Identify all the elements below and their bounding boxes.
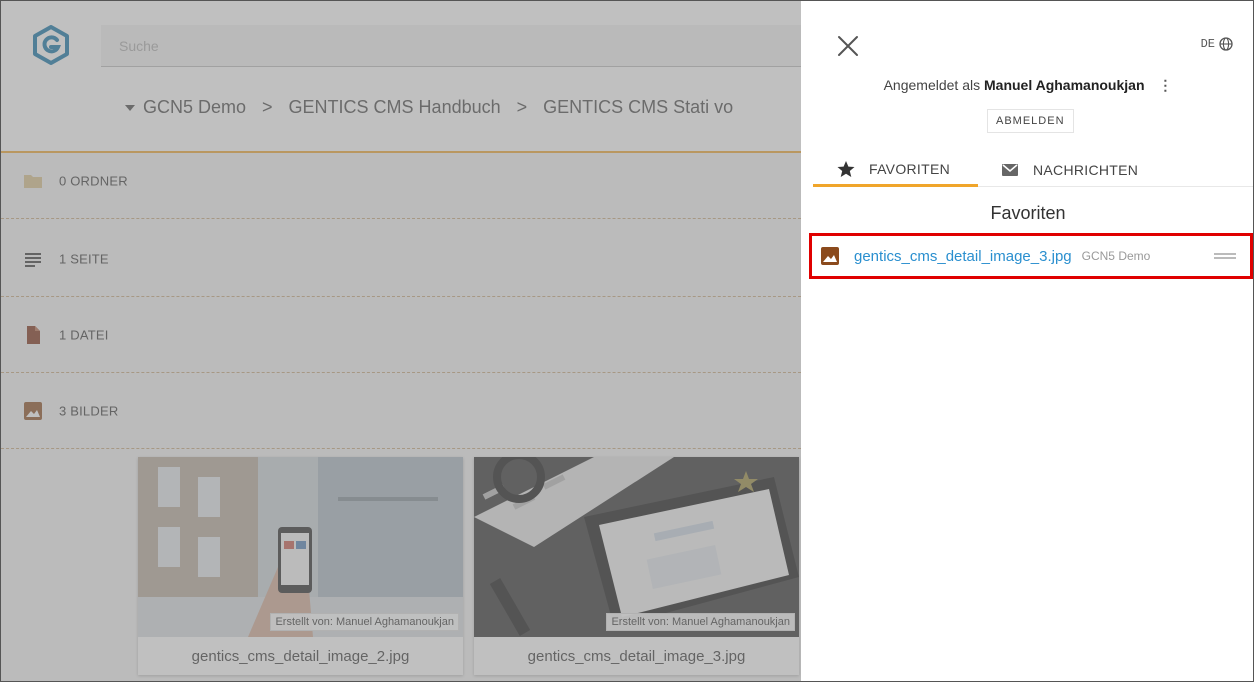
user-menu-panel: DE Angemeldet als Manuel Aghamanoukjan ⋮…	[801, 1, 1253, 681]
language-label: DE	[1200, 37, 1215, 51]
tab-label: NACHRICHTEN	[1033, 162, 1139, 178]
globe-icon	[1219, 37, 1233, 51]
breadcrumb: GCN5 Demo > GENTICS CMS Handbuch > GENTI…	[125, 97, 733, 118]
favorite-item[interactable]: gentics_cms_detail_image_3.jpg GCN5 Demo	[809, 233, 1253, 279]
logged-in-prefix: Angemeldet als	[883, 77, 981, 93]
tab-label: FAVORITEN	[869, 160, 951, 177]
creator-label: Erstellt von: Manuel Aghamanoukjan	[606, 613, 795, 631]
section-pages[interactable]: 1 SEITE	[1, 221, 801, 297]
image-thumbnail[interactable]	[474, 457, 799, 637]
favorite-item-node: GCN5 Demo	[1081, 249, 1151, 263]
breadcrumb-item-folder[interactable]: GENTICS CMS Handbuch	[289, 97, 501, 118]
logged-in-info: Angemeldet als Manuel Aghamanoukjan ⋮	[801, 77, 1253, 94]
drag-handle-icon[interactable]	[1214, 251, 1236, 261]
language-switcher[interactable]: DE	[1201, 37, 1233, 51]
image-card[interactable]: Erstellt von: Manuel Aghamanoukjan genti…	[474, 457, 799, 675]
search-input[interactable]	[101, 25, 801, 66]
image-icon	[24, 401, 42, 420]
favorites-heading: Favoriten	[990, 203, 1066, 223]
search-bar[interactable]	[101, 25, 801, 67]
main-area: GCN5 Demo > GENTICS CMS Handbuch > GENTI…	[1, 1, 801, 681]
image-caption[interactable]: gentics_cms_detail_image_3.jpg	[474, 637, 799, 675]
section-files[interactable]: 1 DATEI	[1, 297, 801, 373]
photo-tablet-desk	[474, 457, 799, 637]
section-images[interactable]: 3 BILDER	[1, 373, 801, 449]
envelope-icon	[1002, 164, 1018, 176]
app-window: GCN5 Demo > GENTICS CMS Handbuch > GENTI…	[0, 0, 1254, 682]
folder-icon	[24, 174, 42, 188]
breadcrumb-item-node[interactable]: GCN5 Demo	[143, 97, 246, 118]
page-lines-icon	[25, 252, 41, 267]
image-icon	[821, 247, 839, 265]
breadcrumb-item-current[interactable]: GENTICS CMS Stati vo	[543, 97, 733, 118]
favorite-item-link[interactable]: gentics_cms_detail_image_3.jpg	[854, 248, 1072, 265]
section-folders[interactable]: 0 ORDNER	[1, 143, 801, 219]
image-caption[interactable]: gentics_cms_detail_image_2.jpg	[138, 637, 463, 675]
section-label: 3 BILDER	[59, 403, 119, 418]
star-icon	[837, 160, 855, 177]
gentics-logo-icon[interactable]	[31, 25, 71, 65]
tab-favorites[interactable]: FAVORITEN	[813, 153, 978, 187]
username: Manuel Aghamanoukjan	[984, 77, 1145, 93]
logout-button[interactable]: ABMELDEN	[987, 109, 1074, 133]
breadcrumb-separator: >	[262, 97, 273, 117]
panel-tabs: FAVORITEN NACHRICHTEN	[813, 153, 1253, 187]
caret-down-icon[interactable]	[125, 104, 135, 111]
tab-messages[interactable]: NACHRICHTEN	[1001, 153, 1138, 187]
image-card[interactable]: Erstellt von: Manuel Aghamanoukjan genti…	[138, 457, 463, 675]
creator-label: Erstellt von: Manuel Aghamanoukjan	[270, 613, 459, 631]
section-label: 1 DATEI	[59, 327, 109, 342]
photo-phone-street	[138, 457, 463, 637]
section-label: 1 SEITE	[59, 251, 109, 266]
close-icon[interactable]	[835, 33, 861, 59]
file-icon	[27, 325, 40, 344]
image-thumbnail[interactable]	[138, 457, 463, 637]
top-bar: GCN5 Demo > GENTICS CMS Handbuch > GENTI…	[1, 1, 801, 153]
more-vert-icon[interactable]: ⋮	[1158, 77, 1172, 94]
breadcrumb-separator: >	[516, 97, 528, 117]
section-label: 0 ORDNER	[59, 173, 128, 188]
